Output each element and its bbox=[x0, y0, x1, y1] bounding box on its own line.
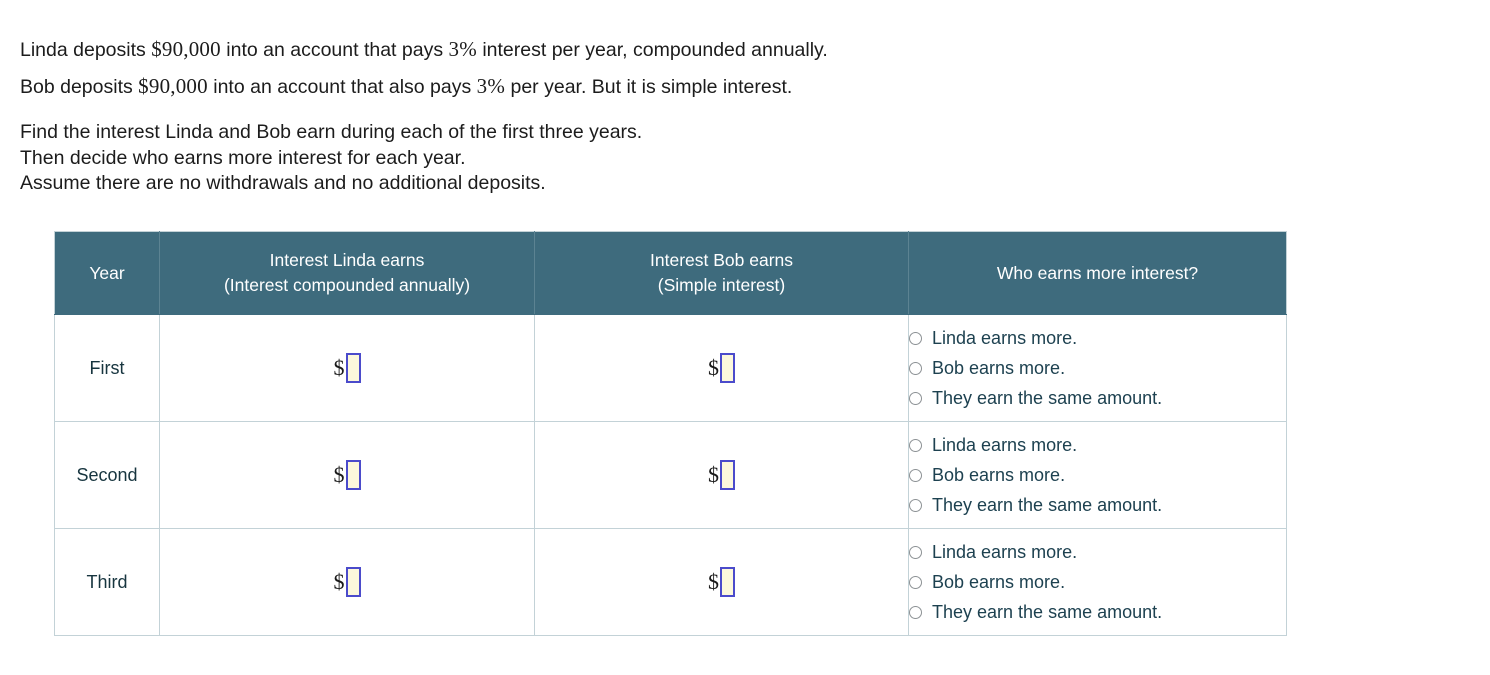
linda-amount-wrap-first: $ bbox=[334, 353, 361, 383]
radio-label-second-linda: Linda earns more. bbox=[932, 435, 1078, 455]
bob-interest-input-first[interactable] bbox=[720, 353, 735, 383]
bob-amount-wrap-first: $ bbox=[708, 353, 735, 383]
radio-icon[interactable] bbox=[909, 575, 922, 589]
problem-instructions: Find the interest Linda and Bob earn dur… bbox=[20, 120, 1420, 197]
table-row: First $ $ Linda earns more. Bob earns mo… bbox=[54, 314, 1287, 422]
linda-amount-wrap-second: $ bbox=[334, 460, 361, 490]
problem-line-linda-seg-2: into an account that pays bbox=[220, 39, 449, 61]
problem-line-linda-seg-4: interest per year, compounded annually. bbox=[476, 39, 828, 61]
radio-option-second-same[interactable]: They earn the same amount. bbox=[909, 490, 1286, 520]
radio-label-first-linda: Linda earns more. bbox=[932, 328, 1078, 348]
radio-icon[interactable] bbox=[909, 605, 922, 619]
radio-option-third-bob[interactable]: Bob earns more. bbox=[909, 567, 1286, 597]
problem-line-bob-seg-4: per year. But it is simple interest. bbox=[505, 76, 793, 98]
linda-amount-wrap-third: $ bbox=[334, 567, 361, 597]
radio-option-first-same[interactable]: They earn the same amount. bbox=[909, 383, 1286, 413]
radio-icon[interactable] bbox=[909, 468, 922, 482]
column-header-who: Who earns more interest? bbox=[908, 231, 1287, 315]
radio-label-first-same: They earn the same amount. bbox=[932, 388, 1163, 408]
radio-option-third-linda[interactable]: Linda earns more. bbox=[909, 537, 1286, 567]
dollar-icon: $ bbox=[333, 462, 345, 487]
problem-line-linda-amount: $90,000 bbox=[151, 37, 221, 61]
problem-line-bob-seg-2: into an account that also pays bbox=[207, 76, 477, 98]
problem-line-bob-amount: $90,000 bbox=[138, 74, 208, 98]
radio-label-first-bob: Bob earns more. bbox=[932, 358, 1066, 378]
radio-option-third-same[interactable]: They earn the same amount. bbox=[909, 597, 1286, 627]
column-header-bob-line1: Interest Bob earns bbox=[650, 250, 793, 270]
column-header-bob-line2: (Simple interest) bbox=[657, 275, 786, 295]
bob-amount-wrap-third: $ bbox=[708, 567, 735, 597]
problem-statement-primary: Linda deposits $90,000 into an account t… bbox=[20, 31, 1420, 105]
linda-amount-cell-second: $ bbox=[159, 421, 535, 529]
radio-label-third-same: They earn the same amount. bbox=[932, 602, 1163, 622]
linda-interest-input-second[interactable] bbox=[345, 460, 361, 490]
bob-amount-wrap-second: $ bbox=[708, 460, 735, 490]
year-label-second: Second bbox=[54, 421, 160, 529]
radio-icon[interactable] bbox=[909, 331, 922, 345]
column-header-who-line1: Who earns more interest? bbox=[996, 262, 1199, 283]
bob-interest-input-third[interactable] bbox=[720, 567, 735, 597]
radio-icon[interactable] bbox=[909, 391, 922, 405]
dollar-icon: $ bbox=[708, 569, 719, 594]
radio-option-second-bob[interactable]: Bob earns more. bbox=[909, 460, 1286, 490]
table-header: Year Interest Linda earns (Interest comp… bbox=[54, 231, 1287, 315]
who-choices-cell-first: Linda earns more. Bob earns more. They e… bbox=[908, 314, 1287, 422]
radio-label-second-same: They earn the same amount. bbox=[932, 495, 1163, 515]
dollar-icon: $ bbox=[708, 355, 719, 380]
radio-icon[interactable] bbox=[909, 498, 922, 512]
bob-amount-cell-first: $ bbox=[534, 314, 909, 422]
column-header-linda-line1: Interest Linda earns bbox=[269, 250, 425, 270]
year-label-third: Third bbox=[54, 528, 160, 636]
dollar-icon: $ bbox=[333, 569, 345, 594]
instruction-line-3: Assume there are no withdrawals and no a… bbox=[20, 172, 546, 194]
column-header-year-line1: Year bbox=[89, 262, 125, 283]
column-header-linda-line2: (Interest compounded annually) bbox=[223, 275, 471, 295]
radio-option-first-bob[interactable]: Bob earns more. bbox=[909, 353, 1286, 383]
radio-label-third-linda: Linda earns more. bbox=[932, 542, 1078, 562]
problem-line-bob-seg-0: Bob deposits bbox=[20, 76, 139, 98]
table-header-row: Year Interest Linda earns (Interest comp… bbox=[54, 231, 1287, 315]
who-choices-cell-third: Linda earns more. Bob earns more. They e… bbox=[908, 528, 1287, 636]
problem-line-linda: Linda deposits $90,000 into an account t… bbox=[20, 31, 1420, 68]
radio-label-third-bob: Bob earns more. bbox=[932, 572, 1066, 592]
radio-option-second-linda[interactable]: Linda earns more. bbox=[909, 430, 1286, 460]
bob-interest-input-second[interactable] bbox=[720, 460, 735, 490]
worksheet-page: Linda deposits $90,000 into an account t… bbox=[0, 0, 1490, 675]
year-label-first: First bbox=[54, 314, 160, 422]
problem-line-linda-seg-0: Linda deposits bbox=[20, 39, 152, 61]
problem-line-bob-rate: 3% bbox=[476, 74, 506, 98]
instruction-line-2: Then decide who earns more interest for … bbox=[20, 146, 466, 169]
linda-amount-cell-first: $ bbox=[159, 314, 535, 422]
dollar-icon: $ bbox=[708, 462, 719, 487]
interest-answer-table: Year Interest Linda earns (Interest comp… bbox=[54, 231, 1287, 636]
linda-interest-input-third[interactable] bbox=[345, 567, 361, 597]
column-header-linda: Interest Linda earns (Interest compounde… bbox=[159, 231, 535, 315]
bob-amount-cell-third: $ bbox=[534, 528, 909, 636]
linda-interest-input-first[interactable] bbox=[345, 353, 361, 383]
radio-icon[interactable] bbox=[909, 361, 922, 375]
radio-icon[interactable] bbox=[909, 438, 922, 452]
column-header-year: Year bbox=[54, 231, 160, 315]
table-body: First $ $ Linda earns more. Bob earns mo… bbox=[54, 314, 1287, 636]
table-row: Second $ $ Linda earns more. Bob earns m… bbox=[54, 421, 1287, 529]
instruction-line-1: Find the interest Linda and Bob earn dur… bbox=[20, 121, 643, 143]
bob-amount-cell-second: $ bbox=[534, 421, 909, 529]
radio-option-first-linda[interactable]: Linda earns more. bbox=[909, 323, 1286, 353]
column-header-bob: Interest Bob earns (Simple interest) bbox=[534, 231, 909, 315]
who-choices-cell-second: Linda earns more. Bob earns more. They e… bbox=[908, 421, 1287, 529]
dollar-icon: $ bbox=[333, 355, 345, 380]
table-row: Third $ $ Linda earns more. Bob earns mo… bbox=[54, 528, 1287, 636]
problem-line-linda-rate: 3% bbox=[448, 37, 477, 61]
linda-amount-cell-third: $ bbox=[159, 528, 535, 636]
radio-icon[interactable] bbox=[909, 545, 922, 559]
problem-line-bob: Bob deposits $90,000 into an account tha… bbox=[20, 68, 1420, 105]
radio-label-second-bob: Bob earns more. bbox=[932, 465, 1066, 485]
